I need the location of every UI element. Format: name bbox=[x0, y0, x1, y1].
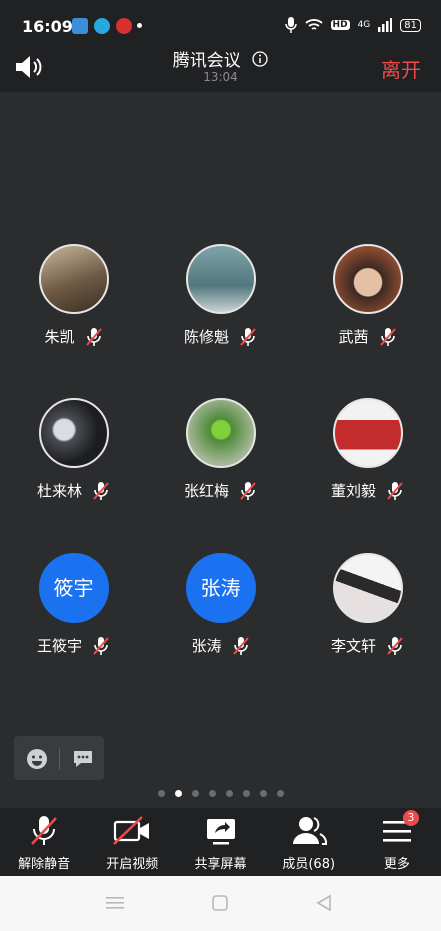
more-button[interactable]: 3 更多 bbox=[353, 808, 441, 876]
microphone-status-icon bbox=[284, 17, 297, 33]
page-dot[interactable] bbox=[157, 790, 165, 797]
system-navigation-bar bbox=[0, 876, 441, 931]
muted-microphone-icon bbox=[31, 816, 58, 845]
battery-level: 81 bbox=[400, 18, 421, 32]
participant-avatar bbox=[38, 244, 109, 314]
muted-microphone-icon bbox=[85, 327, 102, 346]
news-notification-icon bbox=[116, 18, 132, 34]
muted-microphone-icon bbox=[379, 327, 396, 346]
meeting-elapsed-time: 13:04 bbox=[203, 70, 238, 84]
meeting-title: 腾讯会议 bbox=[172, 51, 241, 71]
share-screen-button[interactable]: 共享屏幕 bbox=[176, 808, 264, 876]
video-off-icon bbox=[113, 816, 150, 845]
status-time: 16:09 bbox=[22, 17, 73, 36]
members-label: 成员(68) bbox=[282, 857, 336, 872]
participant-name: 张红梅 bbox=[183, 482, 229, 500]
participant-name: 董刘毅 bbox=[330, 482, 376, 500]
page-indicator[interactable] bbox=[0, 790, 441, 797]
participant-tile[interactable]: 朱凯 bbox=[0, 244, 147, 347]
muted-microphone-icon bbox=[240, 481, 256, 500]
participant-tile[interactable]: 陈修魁 bbox=[147, 244, 294, 347]
participant-name: 张涛 bbox=[191, 637, 222, 655]
start-video-label: 开启视频 bbox=[106, 857, 159, 872]
participant-avatar: 筱宇 bbox=[38, 553, 109, 623]
page-dot[interactable] bbox=[225, 790, 233, 797]
recent-apps-icon[interactable] bbox=[106, 895, 124, 911]
participant-avatar bbox=[185, 398, 256, 468]
emoji-icon[interactable] bbox=[26, 748, 48, 770]
page-dot[interactable] bbox=[208, 790, 216, 797]
muted-microphone-icon bbox=[387, 636, 403, 655]
participant-avatar bbox=[185, 244, 256, 314]
quick-actions-panel bbox=[14, 736, 104, 780]
participant-tile[interactable]: 张红梅 bbox=[147, 398, 294, 501]
app-notification-icon bbox=[72, 18, 88, 34]
members-icon bbox=[292, 817, 327, 845]
page-dot[interactable] bbox=[191, 790, 199, 797]
share-screen-icon bbox=[206, 819, 235, 845]
participant-avatar: 张涛 bbox=[185, 553, 256, 623]
start-video-button[interactable]: 开启视频 bbox=[88, 808, 176, 876]
muted-microphone-icon bbox=[387, 481, 403, 500]
participant-avatar bbox=[332, 244, 403, 314]
participant-name: 杜来林 bbox=[36, 482, 82, 500]
page-dot[interactable] bbox=[259, 790, 267, 797]
status-bar: 16:09 HD 4G 81 bbox=[0, 0, 441, 44]
home-icon[interactable] bbox=[212, 895, 228, 911]
participant-tile[interactable]: 李文轩 bbox=[294, 553, 441, 656]
info-icon[interactable] bbox=[252, 51, 268, 67]
wifi-icon bbox=[304, 19, 323, 30]
participant-tile[interactable]: 筱宇 王筱宇 bbox=[0, 553, 147, 656]
participant-avatar bbox=[332, 553, 403, 623]
participant-avatar bbox=[38, 398, 109, 468]
participant-name: 武茜 bbox=[338, 328, 369, 346]
more-label: 更多 bbox=[383, 857, 410, 872]
participant-avatar bbox=[332, 398, 403, 468]
muted-microphone-icon bbox=[93, 481, 109, 500]
participant-name: 陈修魁 bbox=[183, 328, 229, 346]
participant-tile[interactable]: 武茜 bbox=[294, 244, 441, 347]
unmute-label: 解除静音 bbox=[18, 857, 71, 872]
network-type: 4G bbox=[357, 20, 371, 30]
participant-name: 朱凯 bbox=[44, 328, 75, 346]
unmute-button[interactable]: 解除静音 bbox=[0, 808, 88, 876]
chat-icon[interactable] bbox=[72, 748, 94, 770]
signal-icon bbox=[378, 18, 393, 32]
meeting-title-row[interactable]: 腾讯会议 bbox=[0, 46, 441, 71]
leave-button[interactable]: 离开 bbox=[381, 54, 421, 83]
page-dot[interactable] bbox=[242, 790, 250, 797]
bottom-toolbar: 解除静音 开启视频 共享屏幕 成员(68) 3 更多 bbox=[0, 808, 441, 876]
participant-name: 王筱宇 bbox=[36, 637, 82, 655]
hd-icon: HD bbox=[330, 20, 350, 30]
more-badge: 3 bbox=[402, 810, 419, 826]
meeting-header: 腾讯会议 13:04 离开 bbox=[0, 44, 441, 92]
page-dot[interactable] bbox=[174, 790, 182, 797]
muted-microphone-icon bbox=[232, 636, 249, 655]
participant-tile[interactable]: 张涛 张涛 bbox=[147, 553, 294, 656]
share-screen-label: 共享屏幕 bbox=[194, 857, 247, 872]
participant-name: 李文轩 bbox=[330, 637, 376, 655]
back-icon[interactable] bbox=[316, 895, 332, 911]
participant-tile[interactable]: 董刘毅 bbox=[294, 398, 441, 501]
page-dot[interactable] bbox=[276, 790, 284, 797]
muted-microphone-icon bbox=[93, 636, 109, 655]
divider bbox=[59, 748, 60, 770]
muted-microphone-icon bbox=[240, 327, 256, 346]
qq-notification-icon bbox=[94, 18, 110, 34]
members-button[interactable]: 成员(68) bbox=[265, 808, 353, 876]
participant-tile[interactable]: 杜来林 bbox=[0, 398, 147, 501]
more-notifications-icon bbox=[137, 23, 142, 28]
